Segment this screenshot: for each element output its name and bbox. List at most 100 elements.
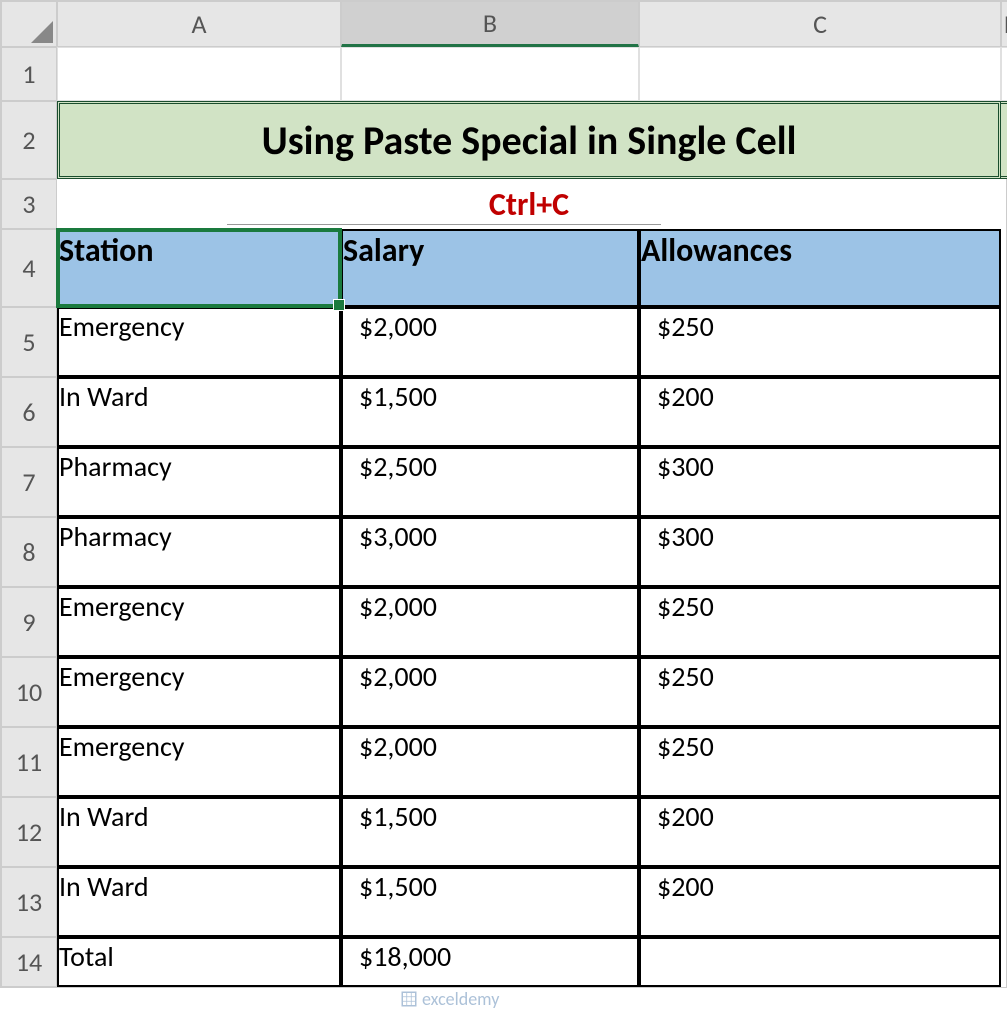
cell-allow[interactable]: $300: [639, 517, 1001, 587]
amount: 200: [671, 379, 714, 414]
currency-symbol: $: [359, 309, 373, 344]
header-salary[interactable]: Salary: [341, 229, 639, 307]
currency-symbol: $: [359, 869, 373, 904]
amount: 250: [671, 589, 714, 624]
amount: 300: [671, 519, 714, 554]
currency-symbol: $: [359, 379, 373, 414]
row-header-11[interactable]: 11: [1, 727, 57, 797]
keyboard-shortcut-label: Ctrl+C: [489, 185, 569, 224]
amount: 250: [671, 729, 714, 764]
currency-symbol: $: [657, 659, 671, 694]
currency-symbol: $: [359, 659, 373, 694]
cell-station[interactable]: Emergency: [57, 657, 341, 727]
spreadsheet-icon: [400, 990, 418, 1008]
cell-allow[interactable]: $200: [639, 797, 1001, 867]
currency-symbol: $: [657, 309, 671, 344]
header-allowances[interactable]: Allowances: [639, 229, 1001, 307]
row-header-12[interactable]: 12: [1, 797, 57, 867]
cell-station[interactable]: Emergency: [57, 587, 341, 657]
cell-station[interactable]: Emergency: [57, 727, 341, 797]
row-header-3[interactable]: 3: [1, 179, 57, 229]
cell-salary[interactable]: $2,000: [341, 587, 639, 657]
amount: 2,500: [373, 449, 437, 484]
row-header-9[interactable]: 9: [1, 587, 57, 657]
annotation-underline: [227, 224, 661, 225]
cell-salary[interactable]: $2,500: [341, 447, 639, 517]
currency-symbol: $: [359, 519, 373, 554]
row-header-2[interactable]: 2: [1, 101, 57, 179]
watermark: exceldemy: [400, 988, 499, 1010]
cell-salary[interactable]: $1,500: [341, 797, 639, 867]
amount: 18,000: [373, 939, 451, 974]
select-all-corner[interactable]: [1, 1, 57, 47]
amount: 200: [671, 869, 714, 904]
row-header-14[interactable]: 14: [1, 937, 57, 987]
amount: 2,000: [373, 309, 437, 344]
currency-symbol: $: [657, 799, 671, 834]
cell-A1[interactable]: [57, 47, 341, 101]
cell-allow[interactable]: $250: [639, 587, 1001, 657]
currency-symbol: $: [657, 379, 671, 414]
currency-symbol: $: [359, 939, 373, 974]
cell-station[interactable]: Pharmacy: [57, 517, 341, 587]
cell-D1[interactable]: [1001, 47, 1007, 101]
amount: 2,000: [373, 589, 437, 624]
row-header-4[interactable]: 4: [1, 229, 57, 307]
row-header-5[interactable]: 5: [1, 307, 57, 377]
cell-station[interactable]: Pharmacy: [57, 447, 341, 517]
row-header-1[interactable]: 1: [1, 47, 57, 101]
col-header-A[interactable]: A: [57, 1, 341, 47]
currency-symbol: $: [359, 589, 373, 624]
annotation-row: Ctrl+C: [57, 179, 1001, 229]
amount: 2,000: [373, 659, 437, 694]
amount: 1,500: [373, 379, 437, 414]
cell-total-salary[interactable]: $18,000: [341, 937, 639, 987]
cell-C1[interactable]: [639, 47, 1001, 101]
currency-symbol: $: [657, 519, 671, 554]
spreadsheet-grid: A B C D 1 2 Using Paste Special in Singl…: [0, 0, 1007, 988]
cell-salary[interactable]: $1,500: [341, 867, 639, 937]
row-header-8[interactable]: 8: [1, 517, 57, 587]
cell-allow[interactable]: $200: [639, 377, 1001, 447]
currency-symbol: $: [359, 449, 373, 484]
cell-salary[interactable]: $2,000: [341, 307, 639, 377]
amount: 300: [671, 449, 714, 484]
cell-salary[interactable]: $1,500: [341, 377, 639, 447]
cell-total-label[interactable]: Total: [57, 937, 341, 987]
amount: 2,000: [373, 729, 437, 764]
amount: 250: [671, 659, 714, 694]
cell-station[interactable]: In Ward: [57, 797, 341, 867]
currency-symbol: $: [657, 869, 671, 904]
cell-salary[interactable]: $2,000: [341, 727, 639, 797]
currency-symbol: $: [657, 449, 671, 484]
cell-station[interactable]: Emergency: [57, 307, 341, 377]
col-header-C[interactable]: C: [639, 1, 1001, 47]
row-header-7[interactable]: 7: [1, 447, 57, 517]
row-header-6[interactable]: 6: [1, 377, 57, 447]
cell-allow[interactable]: $300: [639, 447, 1001, 517]
cell-salary[interactable]: $2,000: [341, 657, 639, 727]
amount: 200: [671, 799, 714, 834]
row-header-13[interactable]: 13: [1, 867, 57, 937]
row-header-10[interactable]: 10: [1, 657, 57, 727]
amount: 3,000: [373, 519, 437, 554]
cell-allow[interactable]: $250: [639, 727, 1001, 797]
currency-symbol: $: [657, 589, 671, 624]
currency-symbol: $: [359, 799, 373, 834]
cell-allow[interactable]: $200: [639, 867, 1001, 937]
cell-allow[interactable]: $250: [639, 307, 1001, 377]
cell-station[interactable]: In Ward: [57, 377, 341, 447]
cell-salary[interactable]: $3,000: [341, 517, 639, 587]
col-header-B[interactable]: B: [341, 1, 639, 47]
title-banner[interactable]: Using Paste Special in Single Cell: [57, 101, 1001, 179]
header-station[interactable]: Station: [57, 229, 341, 307]
currency-symbol: $: [657, 729, 671, 764]
amount: 1,500: [373, 799, 437, 834]
cell-station[interactable]: In Ward: [57, 867, 341, 937]
cell-total-allow-empty[interactable]: [639, 937, 1001, 987]
amount: 250: [671, 309, 714, 344]
currency-symbol: $: [359, 729, 373, 764]
cell-B1[interactable]: [341, 47, 639, 101]
col-header-D[interactable]: D: [1001, 1, 1007, 47]
cell-allow[interactable]: $250: [639, 657, 1001, 727]
